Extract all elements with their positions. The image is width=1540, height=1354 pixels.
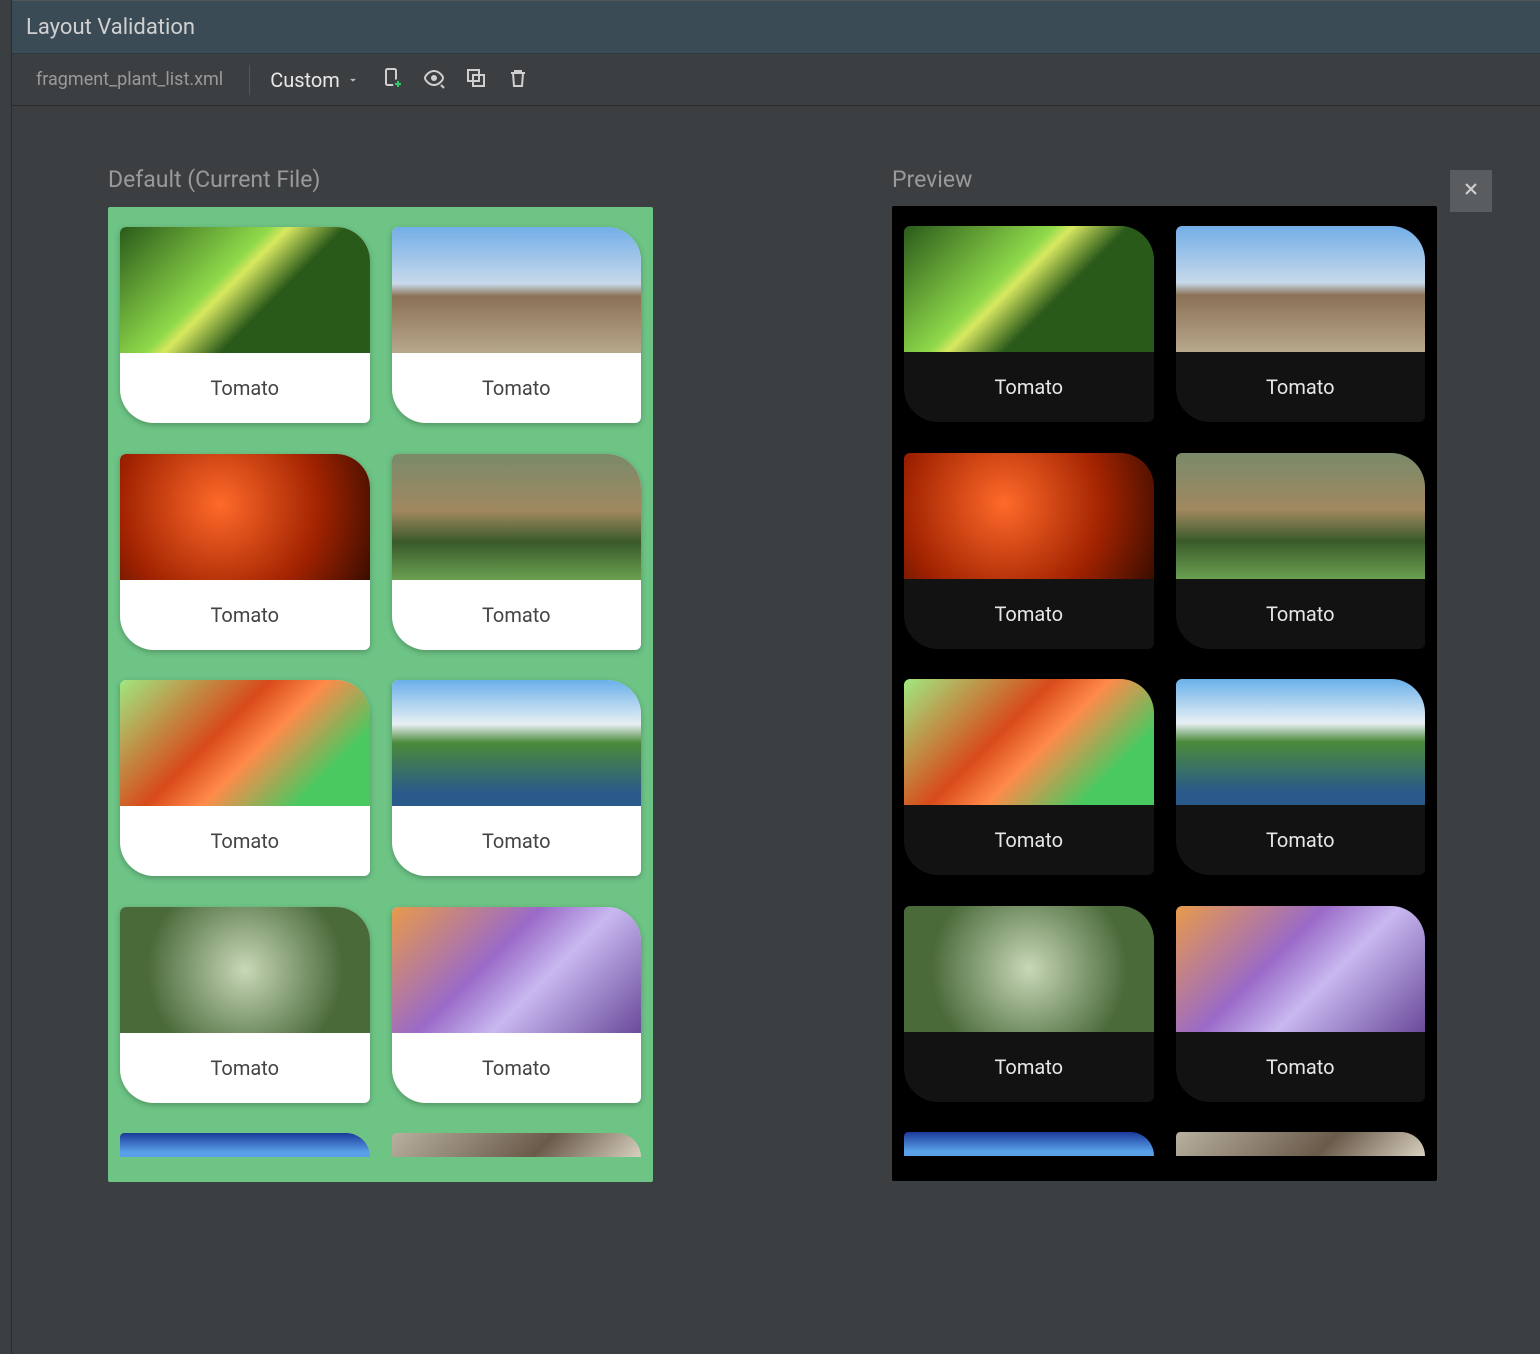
plant-image bbox=[904, 226, 1154, 352]
plant-label: Tomato bbox=[1176, 579, 1426, 649]
plant-image bbox=[904, 906, 1154, 1032]
plant-card[interactable]: Tomato bbox=[120, 680, 370, 876]
plant-card-partial[interactable] bbox=[392, 1133, 642, 1157]
workspace: Default (Current File) Tomato Tomato Tom… bbox=[12, 106, 1540, 1354]
plant-card[interactable]: Tomato bbox=[904, 906, 1154, 1102]
left-gutter bbox=[0, 0, 12, 1354]
plant-label: Tomato bbox=[904, 805, 1154, 875]
config-dropdown-label: Custom bbox=[270, 68, 340, 92]
device-add-icon bbox=[380, 66, 404, 94]
plant-image bbox=[1176, 453, 1426, 579]
plant-image bbox=[120, 907, 370, 1033]
preview-device-frame[interactable]: Tomato Tomato Tomato Tomato bbox=[892, 206, 1437, 1181]
title-bar: Layout Validation bbox=[12, 0, 1540, 54]
plant-card[interactable]: Tomato bbox=[904, 226, 1154, 422]
plant-label: Tomato bbox=[904, 1032, 1154, 1102]
plant-label: Tomato bbox=[1176, 1032, 1426, 1102]
plant-label: Tomato bbox=[392, 806, 642, 876]
plant-image bbox=[392, 680, 642, 806]
plant-image bbox=[392, 907, 642, 1033]
plant-image bbox=[392, 1133, 642, 1157]
plant-image bbox=[120, 680, 370, 806]
plant-label: Tomato bbox=[904, 579, 1154, 649]
plant-image bbox=[904, 1132, 1154, 1156]
chevron-down-icon bbox=[346, 68, 360, 92]
default-grid: Tomato Tomato Tomato Tomato bbox=[108, 207, 653, 1182]
plant-image bbox=[1176, 1132, 1426, 1156]
plant-card-partial[interactable] bbox=[904, 1132, 1154, 1156]
plant-card[interactable]: Tomato bbox=[120, 454, 370, 650]
plant-card[interactable]: Tomato bbox=[1176, 906, 1426, 1102]
plant-card[interactable]: Tomato bbox=[1176, 679, 1426, 875]
plant-label: Tomato bbox=[392, 580, 642, 650]
plant-image bbox=[392, 454, 642, 580]
plant-card[interactable]: Tomato bbox=[120, 227, 370, 423]
plant-card[interactable]: Tomato bbox=[120, 907, 370, 1103]
plant-card-partial[interactable] bbox=[120, 1133, 370, 1157]
toolbar: fragment_plant_list.xml Custom bbox=[12, 54, 1540, 106]
eye-icon bbox=[422, 66, 446, 94]
plant-card[interactable]: Tomato bbox=[1176, 453, 1426, 649]
window-title: Layout Validation bbox=[26, 15, 195, 40]
plant-card[interactable]: Tomato bbox=[392, 227, 642, 423]
plant-label: Tomato bbox=[120, 580, 370, 650]
plant-image bbox=[1176, 226, 1426, 352]
close-icon bbox=[1461, 179, 1481, 203]
preview-grid: Tomato Tomato Tomato Tomato bbox=[892, 206, 1437, 1181]
plant-label: Tomato bbox=[120, 1033, 370, 1103]
plant-card[interactable]: Tomato bbox=[1176, 226, 1426, 422]
preview-panel: Preview Tomato Tomato bbox=[892, 166, 1492, 1181]
file-name-label: fragment_plant_list.xml bbox=[36, 69, 223, 90]
plant-card[interactable]: Tomato bbox=[904, 679, 1154, 875]
plant-label: Tomato bbox=[392, 353, 642, 423]
overlap-squares-icon bbox=[464, 66, 488, 94]
plant-label: Tomato bbox=[120, 806, 370, 876]
plant-image bbox=[392, 227, 642, 353]
plant-image bbox=[120, 1133, 370, 1157]
plant-image bbox=[1176, 906, 1426, 1032]
plant-image bbox=[904, 679, 1154, 805]
toolbar-divider bbox=[249, 65, 250, 95]
plant-card[interactable]: Tomato bbox=[392, 680, 642, 876]
plant-label: Tomato bbox=[120, 353, 370, 423]
plant-card[interactable]: Tomato bbox=[392, 454, 642, 650]
add-device-button[interactable] bbox=[374, 62, 410, 98]
plant-card[interactable]: Tomato bbox=[392, 907, 642, 1103]
plant-label: Tomato bbox=[1176, 352, 1426, 422]
plant-image bbox=[1176, 679, 1426, 805]
default-device-frame[interactable]: Tomato Tomato Tomato Tomato bbox=[108, 207, 653, 1182]
plant-image bbox=[904, 453, 1154, 579]
visibility-button[interactable] bbox=[416, 62, 452, 98]
plant-label: Tomato bbox=[1176, 805, 1426, 875]
config-dropdown[interactable]: Custom bbox=[262, 64, 368, 96]
plant-label: Tomato bbox=[904, 352, 1154, 422]
preview-panel-header: Preview bbox=[892, 166, 1492, 193]
default-panel: Default (Current File) Tomato Tomato Tom… bbox=[108, 166, 653, 1182]
plant-image bbox=[120, 454, 370, 580]
trash-icon bbox=[506, 66, 530, 94]
overlap-button[interactable] bbox=[458, 62, 494, 98]
plant-card[interactable]: Tomato bbox=[904, 453, 1154, 649]
delete-button[interactable] bbox=[500, 62, 536, 98]
default-panel-header: Default (Current File) bbox=[108, 166, 653, 193]
plant-label: Tomato bbox=[392, 1033, 642, 1103]
file-tab[interactable]: fragment_plant_list.xml bbox=[22, 61, 237, 98]
preview-close-button[interactable] bbox=[1450, 170, 1492, 212]
plant-card-partial[interactable] bbox=[1176, 1132, 1426, 1156]
plant-image bbox=[120, 227, 370, 353]
